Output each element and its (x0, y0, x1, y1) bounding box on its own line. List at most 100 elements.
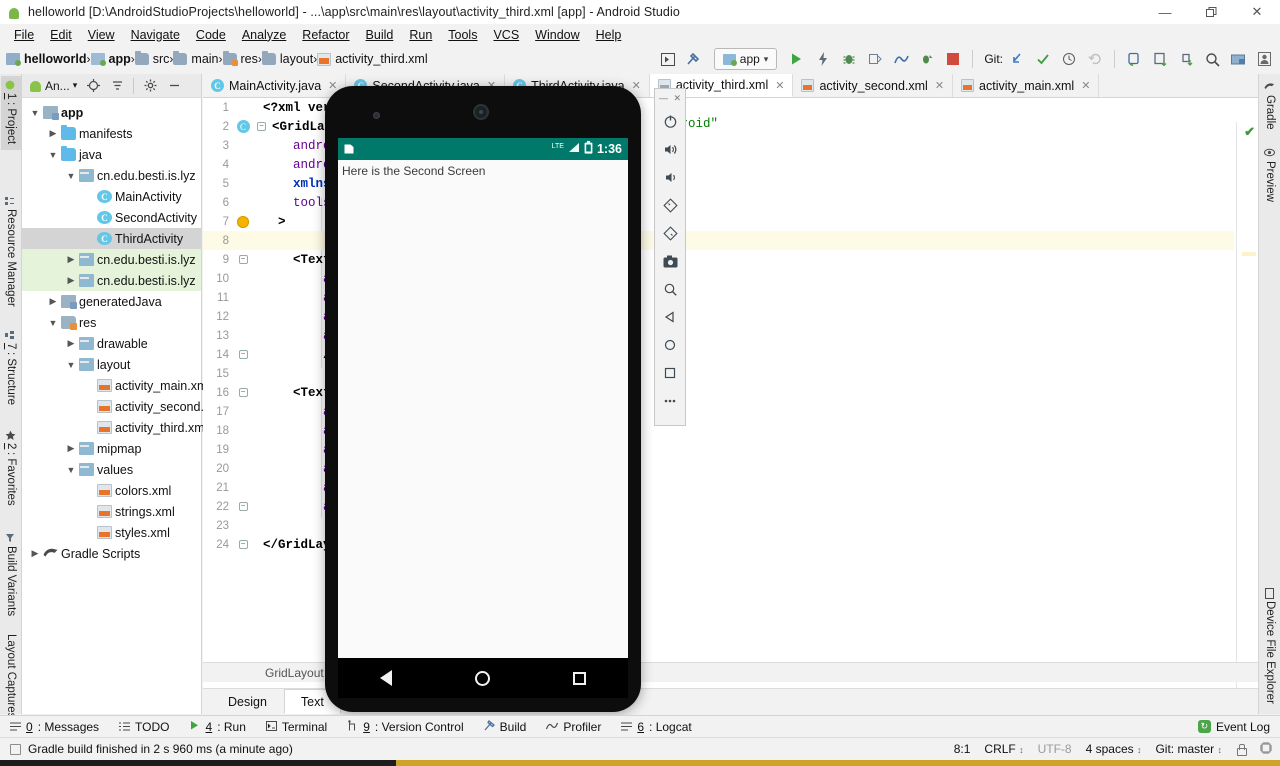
menu-file[interactable]: File (6, 26, 42, 44)
expand-toggle[interactable]: ▶ (64, 275, 78, 286)
menu-help[interactable]: Help (588, 26, 630, 44)
breadcrumb-helloworld[interactable]: helloworld (6, 52, 87, 66)
menu-window[interactable]: Window (527, 26, 587, 44)
gutter-marker[interactable]: − (229, 502, 257, 511)
breadcrumb-gridlayout[interactable]: GridLayout (265, 666, 324, 680)
close-icon[interactable]: ✕ (1081, 79, 1090, 92)
tree-node-strings-xml[interactable]: strings.xml (22, 501, 201, 522)
gutter-marker[interactable]: − (229, 350, 257, 359)
close-button[interactable]: ✕ (1234, 0, 1280, 24)
sidebar-item-resource-manager[interactable]: Resource Manager (1, 192, 21, 311)
breadcrumb-main[interactable]: main (173, 51, 219, 66)
account-button[interactable] (1252, 47, 1276, 71)
fold-toggle[interactable]: − (238, 350, 248, 359)
bottom-item-profiler[interactable]: Profiler (536, 720, 611, 734)
rotate-right-icon[interactable] (656, 219, 684, 247)
expand-toggle[interactable]: ▶ (28, 548, 42, 559)
sync-gradle-button[interactable] (1174, 47, 1198, 71)
tab-activity-second-xml[interactable]: activity_second.xml ✕ (793, 74, 954, 97)
tree-node-app[interactable]: ▼ app (22, 102, 201, 123)
tree-node-generated-java[interactable]: ▶ generatedJava (22, 291, 201, 312)
bottom-item-todo[interactable]: TODO (109, 720, 179, 734)
power-icon[interactable] (656, 107, 684, 135)
fold-toggle[interactable]: − (238, 540, 248, 549)
lock-icon[interactable] (1236, 743, 1247, 756)
menu-run[interactable]: Run (401, 26, 440, 44)
tree-node-main-activity[interactable]: C MainActivity (22, 186, 201, 207)
tree-node-layout[interactable]: ▼ layout (22, 354, 201, 375)
avd-manager-button[interactable] (1122, 47, 1146, 71)
zoom-icon[interactable] (656, 275, 684, 303)
volume-up-icon[interactable] (656, 135, 684, 163)
gutter-marker[interactable]: C (229, 120, 257, 133)
memory-icon[interactable] (1260, 741, 1272, 757)
bottom-item-messages[interactable]: 0: Messages (0, 720, 109, 734)
tree-node-package[interactable]: ▼ cn.edu.besti.is.lyz (22, 165, 201, 186)
menu-refactor[interactable]: Refactor (294, 26, 357, 44)
gutter-marker[interactable]: − (229, 388, 257, 397)
tree-node-drawable[interactable]: ▶ drawable (22, 333, 201, 354)
run-configuration-selector[interactable]: app ▾ (713, 48, 778, 70)
indent-widget[interactable]: 4 spaces ↕ (1086, 742, 1142, 756)
sdk-manager-button[interactable] (1148, 47, 1172, 71)
line-separator-widget[interactable]: CRLF ↕ (984, 742, 1023, 756)
expand-toggle[interactable]: ▼ (28, 108, 42, 118)
tree-node-activity-second-xml[interactable]: activity_second.xml (22, 396, 223, 417)
breadcrumb-src[interactable]: src (134, 51, 169, 66)
sidebar-item-structure[interactable]: 7: Structure (1, 326, 21, 409)
tree-node-package-test[interactable]: ▶ cn.edu.besti.is.lyz (22, 270, 201, 291)
emulator-device-window[interactable]: LTE 1:36 Here is the Second Screen (325, 86, 641, 712)
sidebar-item-build-variants[interactable]: Build Variants (1, 529, 21, 620)
tab-activity-main-xml[interactable]: activity_main.xml ✕ (953, 74, 1100, 97)
attach-debugger-button[interactable] (915, 47, 939, 71)
close-icon[interactable]: ✕ (775, 79, 784, 92)
expand-toggle[interactable]: ▶ (46, 128, 60, 139)
expand-toggle[interactable]: ▼ (64, 171, 78, 181)
menu-analyze[interactable]: Analyze (234, 26, 294, 44)
minimize-button[interactable]: — (1142, 0, 1188, 24)
run-button[interactable] (785, 47, 809, 71)
tree-node-third-activity[interactable]: C ThirdActivity (22, 228, 201, 249)
editor-marker-bar[interactable]: ✔ (1236, 122, 1258, 714)
git-history-button[interactable] (1057, 47, 1081, 71)
profiler-button[interactable] (889, 47, 913, 71)
screenshot-icon[interactable] (656, 247, 684, 275)
encoding-widget[interactable]: UTF-8 (1038, 742, 1072, 756)
expand-toggle[interactable]: ▶ (46, 296, 60, 307)
locate-file-button[interactable] (82, 76, 104, 96)
expand-toggle[interactable]: ▼ (46, 150, 60, 160)
bottom-item-build[interactable]: Build (474, 720, 537, 734)
nav-back-icon[interactable] (379, 670, 392, 686)
event-log-button[interactable]: ↻ Event Log (1188, 720, 1280, 734)
tree-node-res[interactable]: ▼ res (22, 312, 201, 333)
expand-toggle[interactable]: ▼ (64, 465, 78, 475)
menu-tools[interactable]: Tools (440, 26, 485, 44)
menu-view[interactable]: View (80, 26, 123, 44)
git-revert-button[interactable] (1083, 47, 1107, 71)
tree-node-gradle-scripts[interactable]: ▶ Gradle Scripts (22, 543, 201, 564)
inspection-status-icon[interactable]: ✔ (1244, 124, 1255, 140)
sync-project-button[interactable] (656, 47, 680, 71)
search-everywhere-button[interactable] (1200, 47, 1224, 71)
gutter-marker[interactable]: − (229, 540, 257, 549)
bottom-item-logcat[interactable]: 6: Logcat (611, 720, 701, 734)
fold-toggle[interactable]: − (257, 122, 266, 131)
tree-node-activity-third-xml[interactable]: activity_third.xml (22, 417, 207, 438)
sidebar-item-gradle[interactable]: Gradle (1260, 78, 1280, 134)
rotate-left-icon[interactable] (656, 191, 684, 219)
fold-toggle[interactable]: − (238, 388, 248, 397)
fold-toggle[interactable]: − (238, 502, 248, 511)
apply-changes-button[interactable] (811, 47, 835, 71)
home-icon[interactable] (656, 331, 684, 359)
expand-toggle[interactable]: ▶ (64, 254, 78, 265)
fold-toggle[interactable]: − (238, 255, 248, 264)
sidebar-item-preview[interactable]: Preview (1260, 144, 1280, 206)
expand-toggle[interactable]: ▶ (64, 443, 78, 454)
tree-node-styles-xml[interactable]: styles.xml (22, 522, 201, 543)
sidebar-item-layout-captures[interactable]: Layout Captures (1, 630, 21, 722)
settings-gear-button[interactable] (139, 76, 161, 96)
menu-edit[interactable]: Edit (42, 26, 80, 44)
back-icon[interactable] (656, 303, 684, 331)
project-view-selector[interactable]: An... ▾ (26, 79, 80, 93)
bottom-item-run[interactable]: 4: Run (180, 720, 256, 734)
